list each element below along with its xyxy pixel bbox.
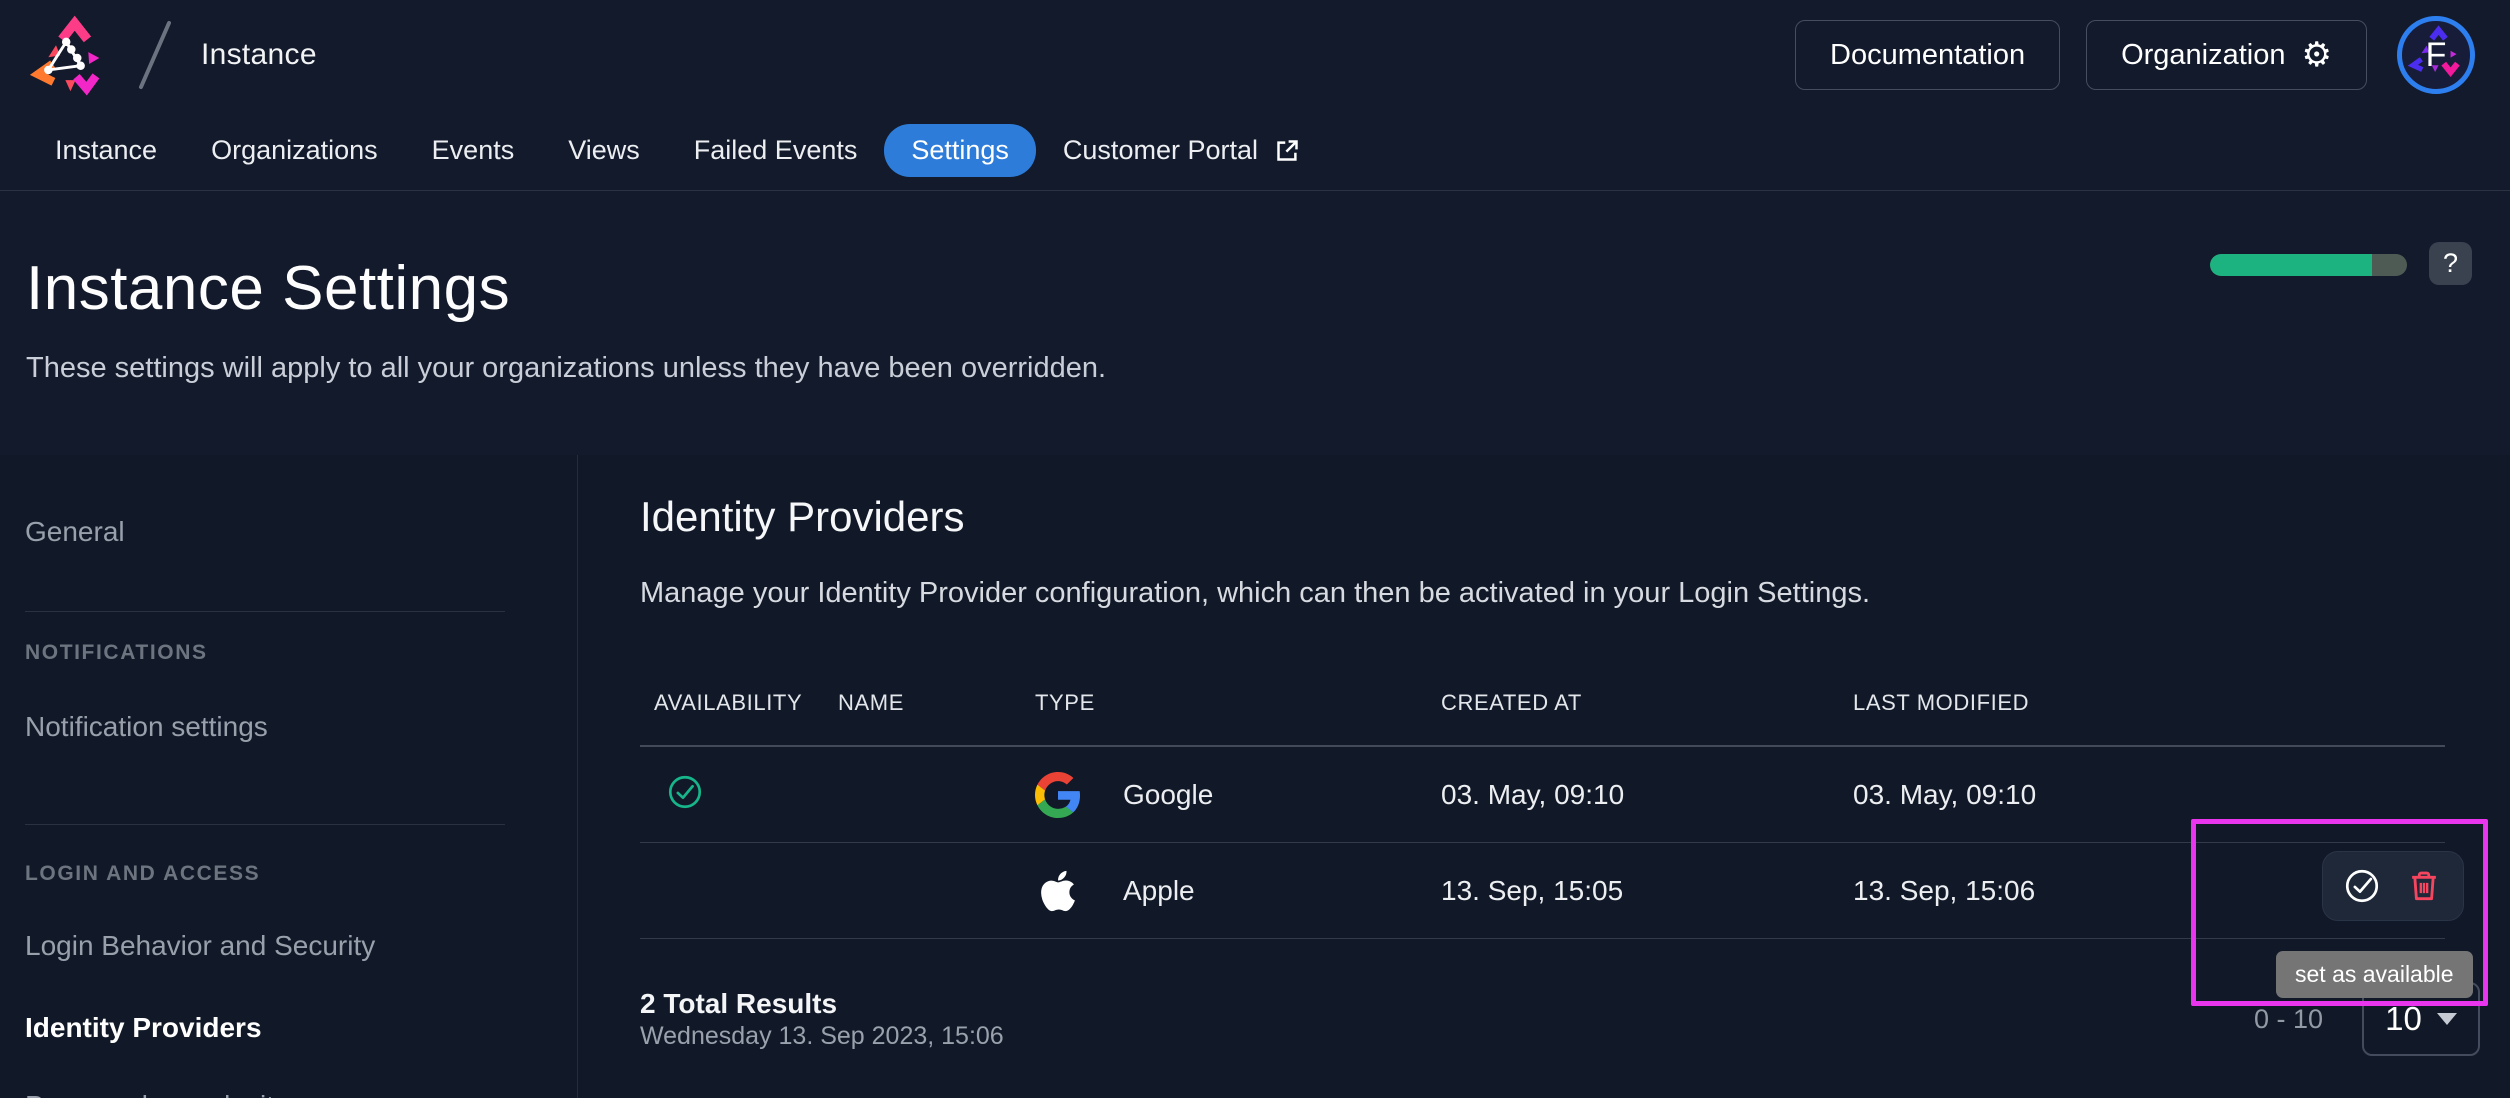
- col-name: NAME: [838, 690, 904, 715]
- page-title: Instance Settings: [26, 254, 511, 323]
- identity-providers-panel: Identity Providers Manage your Identity …: [578, 455, 2510, 1098]
- table-footer: 2 Total Results Wednesday 13. Sep 2023, …: [640, 987, 2445, 1051]
- results-timestamp: Wednesday 13. Sep 2023, 15:06: [640, 1022, 1004, 1050]
- sidebar-divider: [25, 824, 505, 825]
- external-link-icon: [1277, 139, 1298, 161]
- idp-table: AVAILABILITY NAME TYPE CREATED AT LAST M…: [640, 661, 2445, 939]
- check-circle-icon: [2345, 869, 2379, 903]
- table-row-apple[interactable]: Apple 13. Sep, 15:05 13. Sep, 15:06: [640, 843, 2445, 939]
- instance-nav: Instance Organizations Events Views Fail…: [0, 110, 2510, 285]
- tab-views[interactable]: Views: [541, 124, 667, 177]
- user-avatar[interactable]: F: [2397, 16, 2475, 94]
- cell-last-modified: 13. Sep, 15:06: [1853, 874, 2036, 906]
- sidebar-item-general[interactable]: General: [25, 515, 577, 549]
- avatar-initial: F: [2425, 35, 2447, 74]
- cell-created-at: 13. Sep, 15:05: [1441, 874, 1624, 906]
- row-actions-panel: [2322, 851, 2464, 921]
- google-logo-icon: [1035, 771, 1081, 818]
- tab-failed-events[interactable]: Failed Events: [667, 124, 885, 177]
- col-created-at: CREATED AT: [1441, 690, 1582, 715]
- set-available-button[interactable]: [2343, 867, 2381, 905]
- delete-button[interactable]: [2405, 867, 2443, 905]
- sidebar-item-notification-settings[interactable]: Notification settings: [25, 710, 577, 744]
- customer-portal-label: Customer Portal: [1062, 134, 1258, 165]
- app-logo-icon[interactable]: [22, 13, 107, 98]
- cell-created-at: 03. May, 09:10: [1441, 778, 1625, 810]
- sidebar-item-password-complexity[interactable]: Password complexity: [25, 1089, 577, 1098]
- col-availability: AVAILABILITY: [654, 690, 803, 715]
- col-last-modified: LAST MODIFIED: [1853, 690, 2030, 715]
- documentation-button[interactable]: Documentation: [1795, 20, 2061, 90]
- cell-type: Apple: [1123, 874, 1195, 906]
- settings-sidebar: General NOTIFICATIONS Notification setti…: [0, 455, 578, 1098]
- table-header-row: AVAILABILITY NAME TYPE CREATED AT LAST M…: [640, 661, 2445, 747]
- sidebar-divider: [25, 611, 505, 612]
- cell-last-modified: 03. May, 09:10: [1853, 778, 2037, 810]
- available-check-icon: [668, 775, 702, 809]
- set-as-available-tooltip: set as available: [2276, 951, 2473, 998]
- caret-down-icon: [2436, 1013, 2457, 1025]
- section-description: Manage your Identity Provider configurat…: [640, 577, 1871, 609]
- page-subtitle: These settings will apply to all your or…: [26, 352, 1107, 384]
- cell-type: Google: [1123, 778, 1214, 810]
- tab-events[interactable]: Events: [405, 124, 542, 177]
- top-header: Instance Documentation Organization ⚙ F: [0, 0, 2510, 110]
- col-type: TYPE: [1035, 690, 1095, 715]
- zitadel-console: Instance Documentation Organization ⚙ F …: [0, 0, 2510, 1098]
- tab-customer-portal[interactable]: Customer Portal: [1036, 124, 1328, 177]
- apple-logo-icon: [1035, 868, 1081, 914]
- sidebar-section-notifications: NOTIFICATIONS: [25, 641, 208, 664]
- gear-icon: ⚙: [2301, 36, 2332, 74]
- tab-settings[interactable]: Settings: [884, 123, 1036, 177]
- organization-button[interactable]: Organization ⚙: [2086, 20, 2367, 90]
- sidebar-item-login-behavior[interactable]: Login Behavior and Security: [25, 929, 577, 963]
- sidebar-item-identity-providers[interactable]: Identity Providers: [25, 1011, 577, 1045]
- table-row-google[interactable]: Google 03. May, 09:10 03. May, 09:10: [640, 747, 2445, 843]
- organization-label: Organization: [2121, 38, 2286, 71]
- page-size-value: 10: [2385, 1000, 2422, 1037]
- documentation-label: Documentation: [1830, 38, 2026, 71]
- section-title: Identity Providers: [640, 493, 965, 540]
- tab-instance[interactable]: Instance: [28, 124, 184, 177]
- total-results: 2 Total Results: [640, 988, 838, 1019]
- sidebar-section-login-and-access: LOGIN AND ACCESS: [25, 862, 261, 885]
- trash-icon: [2412, 871, 2436, 901]
- pagination-range: 0 - 10: [2254, 1004, 2324, 1034]
- tab-organizations[interactable]: Organizations: [184, 124, 405, 177]
- title-section: Instance Settings These settings will ap…: [0, 191, 2510, 455]
- breadcrumb[interactable]: Instance: [201, 38, 317, 72]
- breadcrumb-slash-icon: [139, 21, 171, 89]
